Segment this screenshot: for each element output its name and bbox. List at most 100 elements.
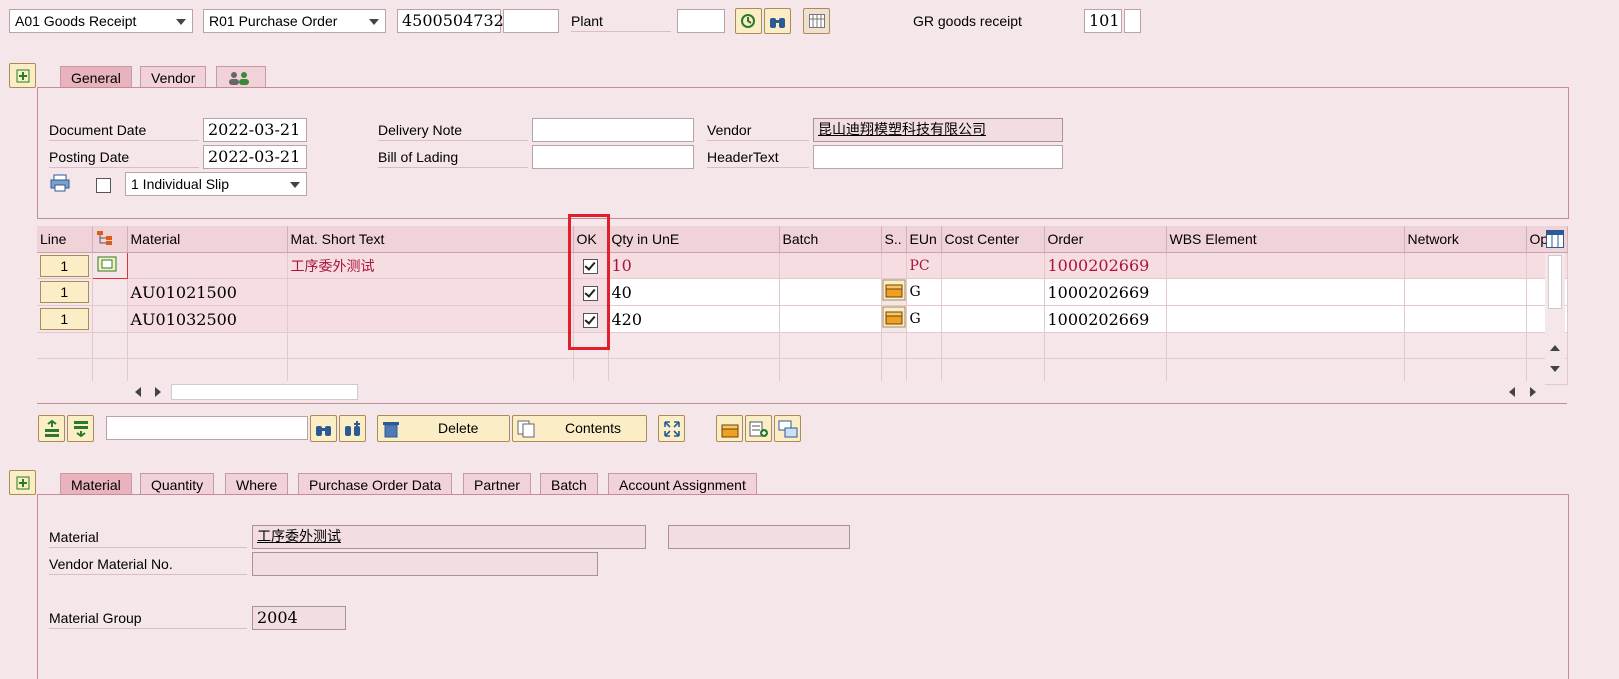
slip-dropdown[interactable]: 1 Individual Slip [125, 172, 307, 196]
line-button[interactable]: 1 [40, 281, 89, 303]
storage-bin-icon[interactable] [882, 279, 906, 301]
movement-indicator-input[interactable] [1124, 9, 1141, 33]
cell-order[interactable]: 1000202669 [1044, 305, 1167, 333]
scroll-down-icon[interactable] [1550, 366, 1560, 372]
plant-label: Plant [571, 11, 671, 32]
table-row[interactable]: 1 工序委外测试 10 PC 1000202669 [37, 252, 1568, 279]
col-short-text[interactable]: Mat. Short Text [287, 226, 574, 253]
cell-wbs[interactable] [1166, 305, 1405, 333]
cell-wbs[interactable] [1166, 278, 1405, 306]
table-row[interactable]: 1 AU01032500 420 G 1000202669 [37, 305, 1568, 333]
print-checkbox[interactable] [96, 178, 111, 193]
col-cost-center[interactable]: Cost Center [941, 226, 1045, 253]
add-line-button[interactable] [745, 415, 772, 442]
cell-network[interactable] [1404, 278, 1527, 306]
cell-eun[interactable]: G [906, 278, 942, 306]
col-wbs[interactable]: WBS Element [1166, 226, 1405, 253]
plant-input[interactable] [677, 9, 725, 33]
col-s[interactable]: S.. [881, 226, 907, 253]
item-detail-icon[interactable] [96, 255, 118, 273]
find-next-button[interactable] [339, 415, 366, 442]
horizontal-scrollbar[interactable] [37, 381, 1545, 403]
col-network[interactable]: Network [1404, 226, 1527, 253]
table-row[interactable]: 1 AU01021500 40 G 1000202669 [37, 278, 1568, 306]
delivery-note-input[interactable] [532, 118, 694, 142]
cell-order[interactable]: 1000202669 [1044, 252, 1167, 279]
tab-where[interactable]: Where [225, 473, 289, 495]
delete-button[interactable]: Delete [377, 415, 510, 442]
cell-batch[interactable] [779, 278, 882, 306]
transfer-button[interactable] [774, 415, 801, 442]
scroll-left-icon[interactable] [1509, 387, 1515, 397]
col-status[interactable] [92, 226, 128, 253]
col-material[interactable]: Material [127, 226, 288, 253]
tab-batch[interactable]: Batch [540, 473, 598, 495]
action-dropdown[interactable]: A01 Goods Receipt [9, 9, 193, 33]
tab-material[interactable]: Material [60, 473, 132, 495]
cell-network[interactable] [1404, 305, 1527, 333]
toggle-detail-button[interactable] [9, 470, 36, 495]
fullscreen-button[interactable] [658, 415, 685, 442]
col-qty[interactable]: Qty in UnE [608, 226, 780, 253]
vertical-scroll-thumb[interactable] [1548, 255, 1562, 309]
cell-material[interactable] [127, 252, 288, 279]
execute-button[interactable] [735, 8, 762, 34]
cell-qty[interactable]: 10 [608, 252, 780, 279]
line-button[interactable]: 1 [40, 254, 89, 277]
document-date-input[interactable]: 2022-03-21 [203, 118, 307, 142]
cell-cost-center[interactable] [941, 252, 1045, 279]
tab-purchase-order-data[interactable]: Purchase Order Data [298, 473, 453, 495]
col-order[interactable]: Order [1044, 226, 1167, 253]
col-eun[interactable]: EUn [906, 226, 942, 253]
tab-quantity[interactable]: Quantity [140, 473, 215, 495]
line-button[interactable]: 1 [40, 308, 89, 330]
cell-qty[interactable]: 420 [608, 305, 780, 333]
tab-partner[interactable] [216, 66, 266, 88]
vertical-scrollbar[interactable] [1545, 253, 1565, 380]
col-batch[interactable]: Batch [779, 226, 882, 253]
tab-general[interactable]: General [60, 66, 132, 88]
storage-bin-icon[interactable] [882, 306, 906, 328]
toggle-header-button[interactable] [9, 63, 36, 88]
bill-of-lading-label: Bill of Lading [378, 147, 528, 168]
cell-cost-center[interactable] [941, 278, 1045, 306]
find-button[interactable] [310, 415, 337, 442]
cell-material[interactable]: AU01021500 [127, 278, 288, 306]
tab-account-assignment[interactable]: Account Assignment [608, 473, 757, 495]
reference-dropdown[interactable]: R01 Purchase Order [203, 9, 386, 33]
scroll-right-icon[interactable] [1530, 387, 1536, 397]
cell-network[interactable] [1404, 252, 1527, 279]
movement-type-input[interactable]: 101 [1084, 9, 1122, 33]
bill-of-lading-input[interactable] [532, 145, 694, 169]
po-number-input[interactable]: 4500504732 [397, 9, 504, 33]
grid-search-input[interactable] [106, 416, 308, 440]
tab-vendor[interactable]: Vendor [140, 66, 207, 88]
cell-wbs[interactable] [1166, 252, 1405, 279]
scroll-right-icon[interactable] [155, 387, 161, 397]
scroll-left-icon[interactable] [135, 387, 141, 397]
cell-eun[interactable]: G [906, 305, 942, 333]
cell-eun[interactable]: PC [906, 252, 942, 279]
posting-date-input[interactable]: 2022-03-21 [203, 145, 307, 169]
horizontal-scroll-thumb[interactable] [171, 384, 358, 400]
chevron-down-icon [369, 19, 379, 25]
cell-qty[interactable]: 40 [608, 278, 780, 306]
cell-order[interactable]: 1000202669 [1044, 278, 1167, 306]
cell-batch[interactable] [779, 252, 882, 279]
column-settings-icon[interactable] [1546, 230, 1564, 248]
collapse-all-button[interactable] [67, 415, 94, 442]
cell-cost-center[interactable] [941, 305, 1045, 333]
cell-batch[interactable] [779, 305, 882, 333]
search-button[interactable] [764, 8, 791, 34]
cell-material[interactable]: AU01032500 [127, 305, 288, 333]
po-item-input[interactable] [503, 9, 559, 33]
scroll-up-icon[interactable] [1550, 345, 1560, 351]
storage-button[interactable] [716, 415, 743, 442]
layout-button[interactable] [803, 8, 830, 34]
expand-all-button[interactable] [38, 415, 65, 442]
contents-button[interactable]: Contents [512, 415, 647, 442]
printer-icon[interactable] [50, 174, 70, 192]
col-line[interactable]: Line [37, 226, 93, 253]
tab-partner-detail[interactable]: Partner [463, 473, 531, 495]
header-text-input[interactable] [813, 145, 1063, 169]
